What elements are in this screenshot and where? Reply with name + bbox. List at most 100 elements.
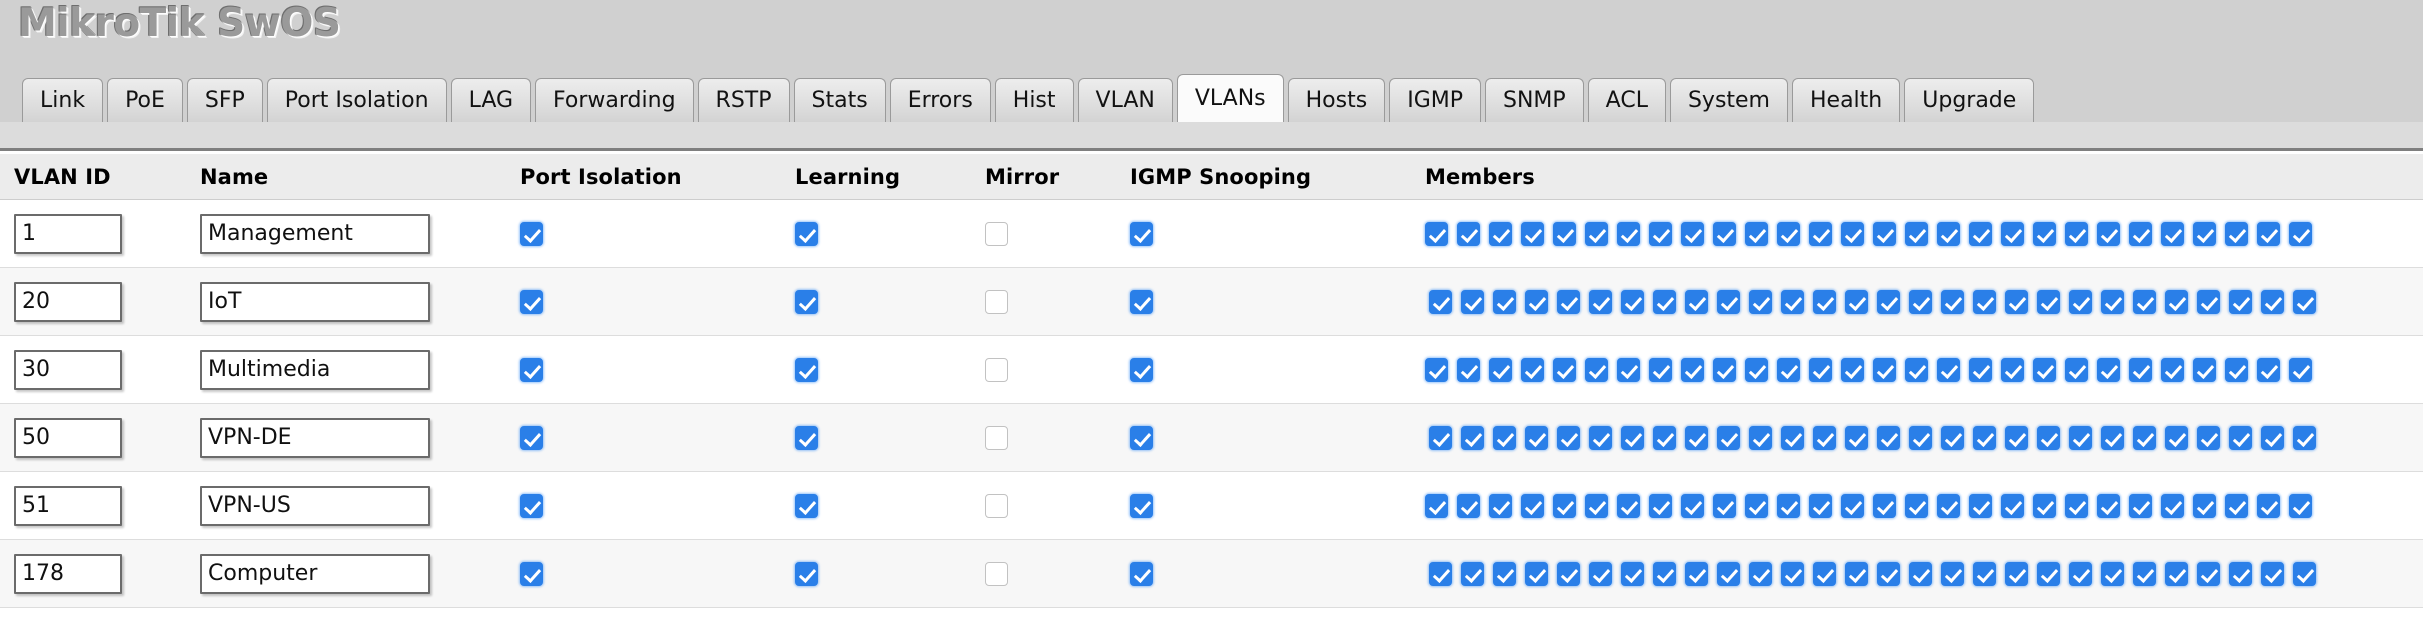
member-port-1-checkbox[interactable]	[1429, 289, 1452, 314]
member-port-6-checkbox[interactable]	[1585, 357, 1608, 382]
member-port-8-checkbox[interactable]	[1649, 357, 1672, 382]
member-port-15-checkbox[interactable]	[1873, 357, 1896, 382]
member-port-22-checkbox[interactable]	[2101, 561, 2124, 586]
igmp-snooping-checkbox[interactable]	[1130, 357, 1153, 382]
member-port-3-checkbox[interactable]	[1493, 289, 1516, 314]
member-port-13-checkbox[interactable]	[1809, 357, 1832, 382]
member-port-11-checkbox[interactable]	[1749, 561, 1772, 586]
member-port-17-checkbox[interactable]	[1937, 357, 1960, 382]
member-port-11-checkbox[interactable]	[1745, 221, 1768, 246]
vlan-name-input[interactable]	[200, 213, 430, 254]
member-port-2-checkbox[interactable]	[1457, 357, 1480, 382]
member-port-24-checkbox[interactable]	[2161, 493, 2184, 518]
member-port-15-checkbox[interactable]	[1877, 425, 1900, 450]
member-port-19-checkbox[interactable]	[2001, 357, 2024, 382]
member-port-15-checkbox[interactable]	[1873, 493, 1896, 518]
member-port-7-checkbox[interactable]	[1617, 221, 1640, 246]
member-port-6-checkbox[interactable]	[1585, 493, 1608, 518]
member-port-19-checkbox[interactable]	[2001, 493, 2024, 518]
member-port-3-checkbox[interactable]	[1489, 493, 1512, 518]
member-port-27-checkbox[interactable]	[2261, 289, 2284, 314]
member-port-3-checkbox[interactable]	[1493, 561, 1516, 586]
port-isolation-checkbox[interactable]	[520, 289, 543, 314]
member-port-9-checkbox[interactable]	[1681, 221, 1704, 246]
member-port-6-checkbox[interactable]	[1585, 221, 1608, 246]
member-port-5-checkbox[interactable]	[1557, 289, 1580, 314]
learning-checkbox[interactable]	[795, 561, 818, 586]
port-isolation-checkbox[interactable]	[520, 357, 543, 382]
member-port-7-checkbox[interactable]	[1617, 493, 1640, 518]
member-port-10-checkbox[interactable]	[1717, 561, 1740, 586]
tab-forwarding[interactable]: Forwarding	[535, 78, 694, 122]
member-port-19-checkbox[interactable]	[2005, 561, 2028, 586]
member-port-24-checkbox[interactable]	[2161, 221, 2184, 246]
member-port-18-checkbox[interactable]	[1973, 561, 1996, 586]
tab-rstp[interactable]: RSTP	[697, 78, 790, 122]
member-port-26-checkbox[interactable]	[2229, 289, 2252, 314]
member-port-13-checkbox[interactable]	[1809, 221, 1832, 246]
member-port-6-checkbox[interactable]	[1589, 561, 1612, 586]
member-port-21-checkbox[interactable]	[2065, 493, 2088, 518]
member-port-1-checkbox[interactable]	[1429, 425, 1452, 450]
member-port-13-checkbox[interactable]	[1813, 561, 1836, 586]
member-port-16-checkbox[interactable]	[1909, 561, 1932, 586]
member-port-5-checkbox[interactable]	[1557, 561, 1580, 586]
member-port-14-checkbox[interactable]	[1841, 493, 1864, 518]
member-port-27-checkbox[interactable]	[2257, 357, 2280, 382]
vlan-name-input[interactable]	[200, 349, 430, 390]
member-port-11-checkbox[interactable]	[1745, 357, 1768, 382]
member-port-10-checkbox[interactable]	[1717, 289, 1740, 314]
member-port-18-checkbox[interactable]	[1973, 425, 1996, 450]
member-port-13-checkbox[interactable]	[1813, 425, 1836, 450]
member-port-4-checkbox[interactable]	[1525, 425, 1548, 450]
member-port-10-checkbox[interactable]	[1713, 357, 1736, 382]
member-port-27-checkbox[interactable]	[2257, 221, 2280, 246]
member-port-23-checkbox[interactable]	[2129, 493, 2152, 518]
tab-upgrade[interactable]: Upgrade	[1904, 78, 2035, 122]
member-port-25-checkbox[interactable]	[2197, 289, 2220, 314]
member-port-19-checkbox[interactable]	[2001, 221, 2024, 246]
igmp-snooping-checkbox[interactable]	[1130, 425, 1153, 450]
member-port-8-checkbox[interactable]	[1653, 561, 1676, 586]
tab-system[interactable]: System	[1669, 78, 1788, 122]
member-port-5-checkbox[interactable]	[1553, 357, 1576, 382]
igmp-snooping-checkbox[interactable]	[1130, 561, 1153, 586]
member-port-16-checkbox[interactable]	[1905, 221, 1928, 246]
member-port-3-checkbox[interactable]	[1489, 357, 1512, 382]
vlan-id-input[interactable]	[14, 349, 122, 390]
member-port-22-checkbox[interactable]	[2097, 493, 2120, 518]
member-port-1-checkbox[interactable]	[1425, 493, 1448, 518]
member-port-23-checkbox[interactable]	[2129, 221, 2152, 246]
member-port-11-checkbox[interactable]	[1749, 425, 1772, 450]
member-port-20-checkbox[interactable]	[2037, 289, 2060, 314]
member-port-28-checkbox[interactable]	[2293, 561, 2316, 586]
member-port-22-checkbox[interactable]	[2097, 221, 2120, 246]
igmp-snooping-checkbox[interactable]	[1130, 289, 1153, 314]
vlan-name-input[interactable]	[200, 553, 430, 594]
member-port-25-checkbox[interactable]	[2197, 425, 2220, 450]
member-port-17-checkbox[interactable]	[1941, 561, 1964, 586]
member-port-10-checkbox[interactable]	[1717, 425, 1740, 450]
learning-checkbox[interactable]	[795, 221, 818, 246]
port-isolation-checkbox[interactable]	[520, 221, 543, 246]
tab-acl[interactable]: ACL	[1587, 78, 1666, 122]
member-port-5-checkbox[interactable]	[1553, 221, 1576, 246]
member-port-20-checkbox[interactable]	[2033, 221, 2056, 246]
member-port-27-checkbox[interactable]	[2257, 493, 2280, 518]
member-port-21-checkbox[interactable]	[2069, 289, 2092, 314]
member-port-12-checkbox[interactable]	[1781, 425, 1804, 450]
learning-checkbox[interactable]	[795, 493, 818, 518]
member-port-24-checkbox[interactable]	[2165, 561, 2188, 586]
vlan-id-input[interactable]	[14, 485, 122, 526]
member-port-27-checkbox[interactable]	[2261, 561, 2284, 586]
member-port-12-checkbox[interactable]	[1777, 493, 1800, 518]
vlan-name-input[interactable]	[200, 281, 430, 322]
member-port-12-checkbox[interactable]	[1781, 561, 1804, 586]
tab-errors[interactable]: Errors	[889, 78, 991, 122]
tab-snmp[interactable]: SNMP	[1485, 78, 1584, 122]
vlan-id-input[interactable]	[14, 553, 122, 594]
member-port-8-checkbox[interactable]	[1649, 493, 1672, 518]
member-port-10-checkbox[interactable]	[1713, 493, 1736, 518]
member-port-21-checkbox[interactable]	[2065, 357, 2088, 382]
member-port-20-checkbox[interactable]	[2037, 425, 2060, 450]
